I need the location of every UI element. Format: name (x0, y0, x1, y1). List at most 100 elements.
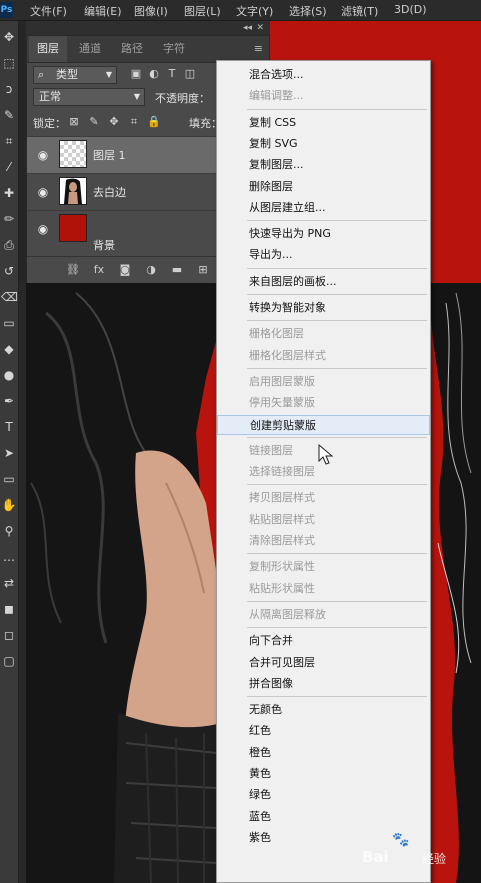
menu-item[interactable]: 混合选项... (217, 65, 430, 85)
move-tool-icon[interactable]: ✥ (1, 29, 17, 45)
quick-mask-icon[interactable]: ◻ (1, 627, 17, 643)
menu-item[interactable]: 粘贴形状属性 (217, 579, 430, 599)
menu-item[interactable]: 复制图层... (217, 155, 430, 175)
menu-item[interactable]: 复制 CSS (217, 113, 430, 133)
lock-pixels-brush-icon[interactable]: ✎ (87, 114, 101, 130)
menu-item-label: 混合选项... (249, 68, 304, 81)
close-panel-icon[interactable]: ✕ (256, 21, 264, 35)
swap-colors-icon[interactable]: ⇄ (1, 575, 17, 591)
quick-select-tool-icon[interactable]: ✎ (1, 107, 17, 123)
menu-item[interactable]: 复制形状属性 (217, 557, 430, 577)
lock-transparent-icon[interactable]: ⊠ (67, 114, 81, 130)
menu-item[interactable]: 黄色 (217, 764, 430, 784)
menu-item[interactable]: 橙色 (217, 743, 430, 763)
menu-item[interactable]: 拼合图像 (217, 674, 430, 694)
menu-item[interactable]: 从图层建立组... (217, 198, 430, 218)
menu-item[interactable]: 向下合并 (217, 631, 430, 651)
menu-item[interactable]: 栅格化图层样式 (217, 346, 430, 366)
blend-mode-select[interactable]: 正常 ▼ (33, 88, 145, 106)
watermark-text: 经验 (422, 852, 447, 866)
lock-position-icon[interactable]: ✥ (107, 114, 121, 130)
panel-dock-strip: ◂◂ ✕ (26, 21, 270, 35)
path-select-tool-icon[interactable]: ➤ (1, 445, 17, 461)
kind-filter-select[interactable]: ⌕ 类型 ▼ (33, 66, 117, 84)
panel-menu-icon[interactable]: ≡ (254, 36, 263, 62)
eraser-tool-icon[interactable]: ⌫ (1, 289, 18, 305)
tab-character[interactable]: 字符 (155, 36, 193, 62)
menu-item[interactable]: 创建剪贴蒙版 (217, 414, 430, 435)
type-filter-icon[interactable]: T (165, 66, 179, 82)
type-tool-icon[interactable]: T (1, 419, 17, 435)
menu-item[interactable]: 清除图层样式 (217, 531, 430, 551)
lock-artboard-icon[interactable]: ⌗ (127, 114, 141, 130)
menu-layer[interactable]: 图层(L) (184, 3, 221, 19)
adjustment-icon[interactable]: ◑ (143, 262, 159, 278)
menu-item[interactable]: 导出为... (217, 245, 430, 265)
menu-item[interactable]: 蓝色 (217, 807, 430, 827)
brush-tool-icon[interactable]: ✏ (1, 211, 17, 227)
menu-item[interactable]: 启用图层蒙版 (217, 372, 430, 392)
mask-icon[interactable]: ◙ (117, 262, 133, 278)
menu-item[interactable]: 删除图层 (217, 177, 430, 197)
visibility-eye-icon[interactable]: ◉ (35, 184, 51, 200)
menu-image[interactable]: 图像(I) (134, 3, 168, 19)
more-tools-icon[interactable]: … (1, 549, 17, 565)
hand-tool-icon[interactable]: ✋ (1, 497, 17, 513)
menu-item[interactable]: 栅格化图层 (217, 324, 430, 344)
dodge-tool-icon[interactable]: ● (1, 367, 17, 383)
lasso-tool-icon[interactable]: ↄ (1, 81, 17, 97)
visibility-eye-icon[interactable]: ◉ (35, 147, 51, 163)
healing-brush-tool-icon[interactable]: ✚ (1, 185, 17, 201)
new-layer-icon[interactable]: ⊞ (195, 262, 211, 278)
gradient-tool-icon[interactable]: ▭ (1, 315, 17, 331)
menu-item[interactable]: 绿色 (217, 785, 430, 805)
collapse-panel-icon[interactable]: ◂◂ (243, 21, 252, 35)
history-brush-tool-icon[interactable]: ↺ (1, 263, 17, 279)
tab-layers[interactable]: 图层 (29, 36, 67, 62)
menu-edit[interactable]: 编辑(E) (84, 3, 122, 19)
menu-filter[interactable]: 滤镜(T) (341, 3, 378, 19)
search-icon: ⌕ (38, 68, 45, 81)
menu-item[interactable]: 无颜色 (217, 700, 430, 720)
menu-file[interactable]: 文件(F) (30, 3, 67, 19)
menu-item[interactable]: 从隔离图层释放 (217, 605, 430, 625)
visibility-eye-icon[interactable]: ◉ (35, 221, 51, 237)
menu-select[interactable]: 选择(S) (289, 3, 327, 19)
menu-item[interactable]: 粘贴图层样式 (217, 510, 430, 530)
menu-item[interactable]: 复制 SVG (217, 134, 430, 154)
screen-mode-icon[interactable]: ▢ (1, 653, 17, 669)
default-colors-icon[interactable]: ◼ (1, 601, 17, 617)
shape-tool-icon[interactable]: ▭ (1, 471, 17, 487)
menu-item-label: 删除图层 (249, 179, 293, 193)
menu-item[interactable]: 停用矢量蒙版 (217, 393, 430, 413)
lock-all-icon[interactable]: 🔒 (147, 114, 161, 130)
menu-item[interactable]: 拷贝图层样式 (217, 488, 430, 508)
menu-item[interactable]: 编辑调整... (217, 86, 430, 106)
crop-tool-icon[interactable]: ⌗ (1, 133, 17, 149)
menu-separator (247, 220, 427, 222)
shape-filter-icon[interactable]: ◫ (183, 66, 197, 82)
zoom-tool-icon[interactable]: ⚲ (1, 523, 17, 539)
folder-icon[interactable]: ▬ (169, 262, 185, 278)
eyedropper-tool-icon[interactable]: ⁄ (1, 159, 17, 175)
menu-item[interactable]: 合并可见图层 (217, 653, 430, 673)
clone-stamp-tool-icon[interactable]: ⎙ (1, 237, 17, 253)
blur-tool-icon[interactable]: ◆ (1, 341, 17, 357)
tab-channels[interactable]: 通道 (71, 36, 109, 62)
marquee-tool-icon[interactable]: ⬚ (1, 55, 17, 71)
menu-item[interactable]: 来自图层的画板... (217, 272, 430, 292)
link-icon[interactable]: ⛓ (65, 262, 81, 278)
menu-type[interactable]: 文字(Y) (236, 3, 273, 19)
pen-tool-icon[interactable]: ✒ (1, 393, 17, 409)
menu-item[interactable]: 转换为智能对象 (217, 298, 430, 318)
tab-paths[interactable]: 路径 (113, 36, 151, 62)
menu-item[interactable]: 快速导出为 PNG (217, 224, 430, 244)
menu-item-label: 复制图层... (249, 158, 304, 172)
chevron-down-icon: ▼ (133, 92, 140, 101)
fx-icon[interactable]: fx (91, 262, 107, 278)
menu-item[interactable]: 红色 (217, 721, 430, 741)
pixel-filter-icon[interactable]: ▣ (129, 66, 143, 82)
menu-separator (247, 294, 427, 295)
menu-3d[interactable]: 3D(D) (394, 3, 427, 16)
adjustment-filter-icon[interactable]: ◐ (147, 66, 161, 82)
